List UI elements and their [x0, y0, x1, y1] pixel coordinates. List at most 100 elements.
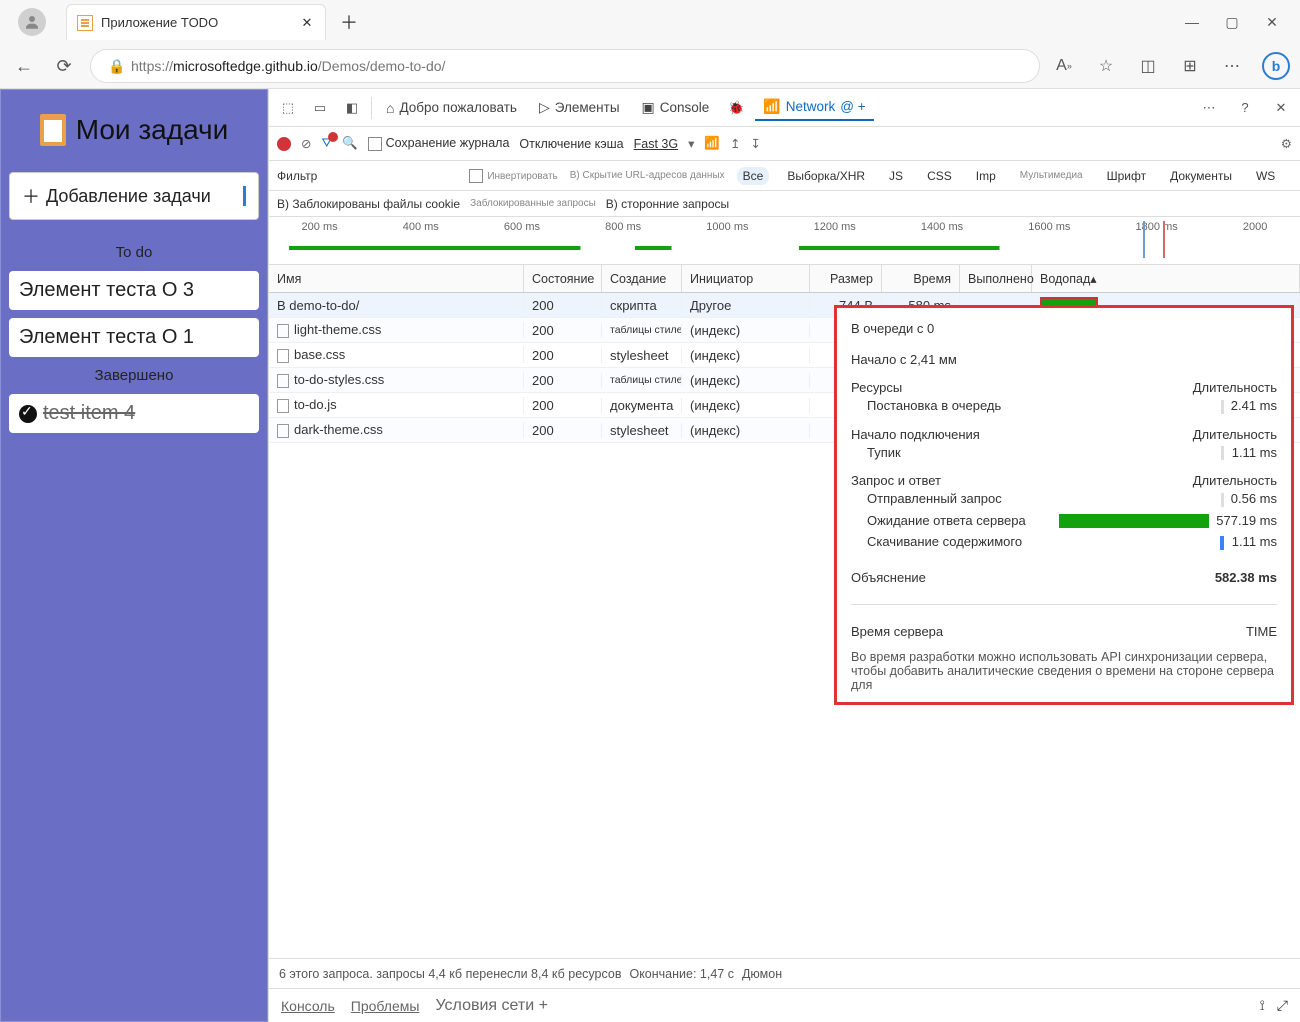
- dock-icon[interactable]: ◧: [339, 95, 365, 121]
- task-item[interactable]: Элемент теста О 3: [9, 271, 259, 310]
- section-done: Завершено: [7, 367, 261, 384]
- filter-img[interactable]: Imp: [970, 167, 1002, 185]
- disable-cache-label[interactable]: Отключение кэша: [519, 137, 623, 151]
- file-icon: [277, 324, 289, 338]
- favorite-icon[interactable]: ☆: [1094, 54, 1118, 78]
- refresh-icon[interactable]: ⟳: [50, 52, 78, 80]
- file-icon: [277, 399, 289, 413]
- collections-icon[interactable]: ⊞: [1178, 54, 1202, 78]
- profile-avatar[interactable]: [18, 8, 46, 36]
- read-aloud-icon[interactable]: A»: [1052, 54, 1076, 78]
- download-icon[interactable]: ↧: [750, 136, 760, 151]
- col-name[interactable]: Имя: [269, 265, 524, 292]
- file-icon: [277, 424, 289, 438]
- drawer-icon[interactable]: ⟟: [1260, 997, 1265, 1014]
- upload-icon[interactable]: ↥: [730, 136, 740, 151]
- filter-font[interactable]: Шрифт: [1101, 167, 1152, 185]
- filter-icon[interactable]: ⛛: [321, 136, 332, 151]
- filter-xhr[interactable]: Выборка/XHR: [781, 167, 871, 185]
- record-icon[interactable]: [277, 137, 291, 151]
- tab-welcome[interactable]: ⌂Добро пожаловать: [378, 96, 525, 120]
- col-done[interactable]: Выполнено: [960, 265, 1032, 292]
- network-table: Имя Состояние Создание Инициатор Размер …: [269, 265, 1300, 958]
- col-time[interactable]: Время: [882, 265, 960, 292]
- help-icon[interactable]: ?: [1232, 95, 1258, 121]
- network-icon: 📶: [763, 98, 780, 115]
- check-icon: [19, 405, 37, 423]
- titlebar: Приложение TODO ✕ ＋ ― ▢ ✕: [0, 0, 1300, 44]
- network-status-bar: 6 этого запроса. запросы 4,4 кб перенесл…: [269, 958, 1300, 988]
- bing-icon[interactable]: b: [1262, 52, 1290, 80]
- clear-icon[interactable]: ⊘: [301, 136, 311, 151]
- more-tools-icon[interactable]: ⋯: [1196, 95, 1222, 121]
- filter-all[interactable]: Все: [737, 167, 770, 185]
- throttle-select[interactable]: Fast 3G: [634, 137, 678, 151]
- tab-console[interactable]: ▣Console: [634, 95, 718, 120]
- drawer-console[interactable]: Консоль: [281, 998, 335, 1014]
- network-filter-row-2: В) Заблокированы файлы cookie Заблокиров…: [269, 191, 1300, 217]
- col-status[interactable]: Состояние: [524, 265, 602, 292]
- network-timeline[interactable]: 200 ms400 ms600 ms800 ms1000 ms1200 ms14…: [269, 217, 1300, 265]
- filter-css[interactable]: CSS: [921, 167, 958, 185]
- chevron-down-icon[interactable]: ▾: [688, 136, 694, 151]
- browser-tab[interactable]: Приложение TODO ✕: [66, 4, 326, 40]
- inspect-icon[interactable]: ⬚: [275, 95, 301, 121]
- close-icon[interactable]: ✕: [1264, 14, 1280, 30]
- close-tab-icon[interactable]: ✕: [299, 15, 315, 31]
- back-icon[interactable]: ←: [10, 52, 38, 80]
- search-icon[interactable]: 🔍: [342, 136, 358, 151]
- third-party[interactable]: В) сторонние запросы: [606, 197, 729, 211]
- timing-queued: В очереди с 0: [851, 321, 934, 336]
- filter-ws[interactable]: WS: [1250, 167, 1281, 185]
- col-type[interactable]: Создание: [602, 265, 682, 292]
- filter-js[interactable]: JS: [883, 167, 909, 185]
- address-bar: ← ⟳ 🔒 https://microsoftedge.github.io/De…: [0, 44, 1300, 88]
- drawer-issues[interactable]: Проблемы: [351, 998, 420, 1014]
- tab-network[interactable]: 📶Network @ +: [755, 94, 873, 121]
- filter-media[interactable]: Мультимедиа: [1014, 168, 1089, 183]
- device-icon[interactable]: ▭: [307, 95, 333, 121]
- window-controls: ― ▢ ✕: [1184, 14, 1292, 30]
- sources-icon[interactable]: 🐞: [723, 95, 749, 121]
- maximize-icon[interactable]: ▢: [1224, 14, 1240, 30]
- cursor-icon: [243, 186, 246, 206]
- preserve-log-checkbox[interactable]: Сохранение журнала: [368, 136, 510, 151]
- col-size[interactable]: Размер: [810, 265, 882, 292]
- home-icon: ⌂: [386, 100, 394, 116]
- settings-icon[interactable]: ⚙: [1281, 136, 1292, 151]
- network-filter-row: Фильтр Инвертировать В) Скрытие URL-адре…: [269, 161, 1300, 191]
- app-title: Мои задачи: [76, 114, 229, 146]
- file-icon: [277, 349, 289, 363]
- devtools-tabs: ⬚ ▭ ◧ ⌂Добро пожаловать ▷Элементы ▣Conso…: [269, 89, 1300, 127]
- hide-data-urls[interactable]: В) Скрытие URL-адресов данных: [570, 170, 725, 181]
- section-todo: To do: [7, 244, 261, 261]
- add-task-button[interactable]: ＋ Добавление задачи: [9, 172, 259, 220]
- url-text: https://microsoftedge.github.io/Demos/de…: [131, 58, 445, 74]
- tab-title: Приложение TODO: [101, 15, 291, 30]
- col-waterfall[interactable]: Водопад ▴: [1032, 265, 1300, 292]
- tab-elements[interactable]: ▷Элементы: [531, 95, 628, 120]
- filter-doc[interactable]: Документы: [1164, 167, 1238, 185]
- close-devtools-icon[interactable]: ✕: [1268, 95, 1294, 121]
- blocked-requests[interactable]: Заблокированные запросы: [470, 198, 596, 209]
- drawer-expand-icon[interactable]: ⤢: [1277, 997, 1288, 1014]
- new-tab-button[interactable]: ＋: [334, 7, 364, 37]
- filter-label[interactable]: Фильтр: [277, 169, 317, 183]
- col-initiator[interactable]: Инициатор: [682, 265, 810, 292]
- more-icon[interactable]: ⋯: [1220, 54, 1244, 78]
- split-icon[interactable]: ◫: [1136, 54, 1160, 78]
- invert-checkbox[interactable]: Инвертировать: [469, 168, 557, 183]
- filter-wasm[interactable]: Был: [1293, 167, 1300, 185]
- wifi-icon[interactable]: 📶: [704, 136, 720, 151]
- elements-icon: ▷: [539, 99, 550, 116]
- blocked-cookies[interactable]: В) Заблокированы файлы cookie: [277, 197, 460, 211]
- table-header: Имя Состояние Создание Инициатор Размер …: [269, 265, 1300, 293]
- url-field[interactable]: 🔒 https://microsoftedge.github.io/Demos/…: [90, 49, 1040, 83]
- timing-started: Начало с 2,41 мм: [851, 352, 957, 367]
- site-info-icon[interactable]: 🔒: [103, 52, 131, 80]
- file-icon: [277, 374, 289, 388]
- drawer-netcond[interactable]: Условия сети +: [435, 997, 547, 1015]
- task-item-done[interactable]: test item 4: [9, 394, 259, 433]
- task-item[interactable]: Элемент теста О 1: [9, 318, 259, 357]
- minimize-icon[interactable]: ―: [1184, 14, 1200, 30]
